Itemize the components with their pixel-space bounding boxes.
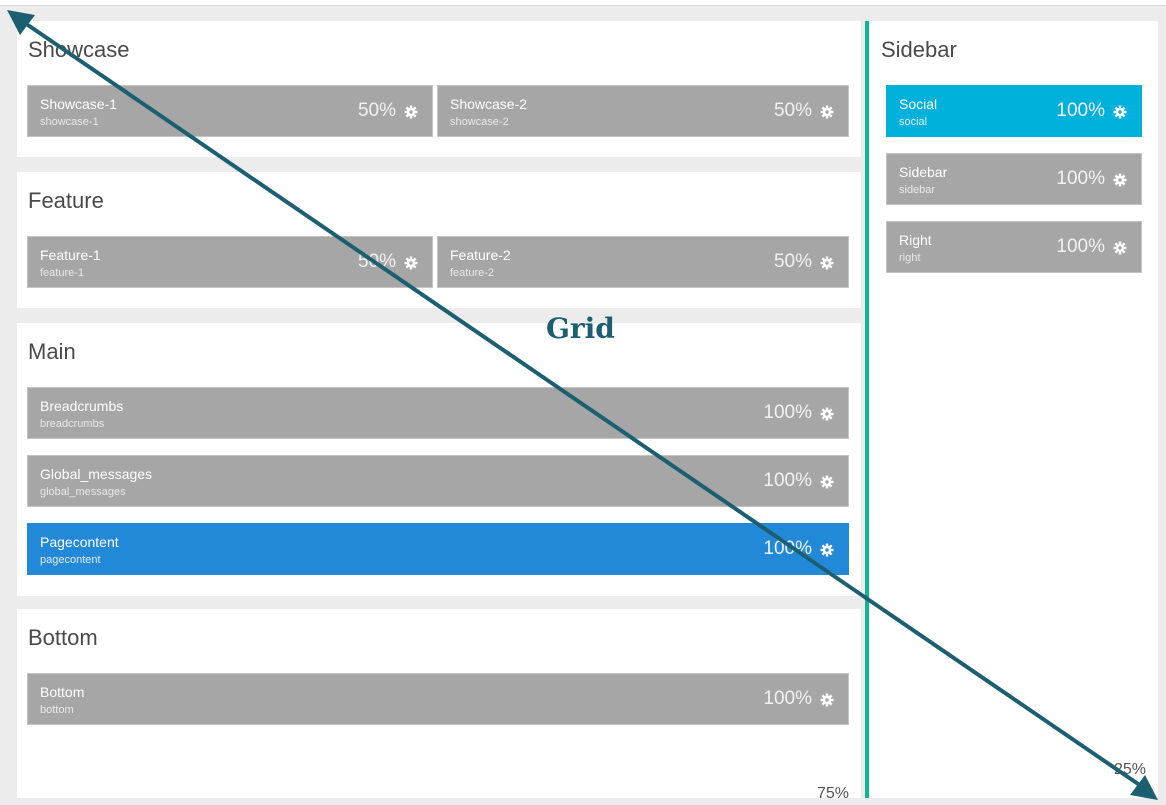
- gear-icon[interactable]: [404, 256, 418, 270]
- block-subtitle: pagecontent: [40, 554, 101, 566]
- block-subtitle: global_messages: [40, 486, 126, 498]
- block-width: 100%: [763, 688, 812, 709]
- gear-icon[interactable]: [820, 105, 834, 119]
- section-showcase: Showcase Showcase-1 showcase-1 50% Showc…: [17, 21, 861, 157]
- section-title: Sidebar: [881, 37, 957, 62]
- gear-icon[interactable]: [820, 693, 834, 707]
- block-width: 100%: [763, 538, 812, 559]
- block-width: 100%: [1056, 236, 1105, 257]
- block-width: 100%: [1056, 168, 1105, 189]
- block-title: Sidebar: [899, 164, 948, 180]
- block-subtitle: right: [899, 252, 921, 264]
- block-pagecontent[interactable]: Pagecontent pagecontent 100%: [27, 523, 849, 575]
- block-subtitle: sidebar: [899, 184, 936, 196]
- gear-icon[interactable]: [1113, 105, 1127, 119]
- block-title: Pagecontent: [40, 534, 119, 550]
- block-feature-2[interactable]: Feature-2 feature-2 50%: [437, 236, 849, 288]
- block-title: Showcase-2: [450, 96, 528, 112]
- block-width: 50%: [773, 100, 812, 121]
- block-width: 100%: [763, 470, 812, 491]
- block-bottom[interactable]: Bottom bottom 100%: [27, 673, 849, 725]
- left-column: Showcase Showcase-1 showcase-1 50% Showc…: [17, 21, 861, 802]
- sidebar-column: Sidebar Social social 100% Sidebar sideb…: [870, 21, 1158, 798]
- block-subtitle: showcase-1: [40, 116, 99, 128]
- block-title: Right: [899, 232, 932, 248]
- block-width: 100%: [1056, 100, 1105, 121]
- section-main: Main Breadcrumbs breadcrumbs 100% Global…: [17, 323, 861, 596]
- section-bottom: Bottom Bottom bottom 100% 75%: [17, 609, 861, 802]
- block-social[interactable]: Social social 100%: [886, 85, 1142, 137]
- block-subtitle: feature-2: [450, 267, 495, 279]
- gear-icon[interactable]: [820, 543, 834, 557]
- block-subtitle: breadcrumbs: [40, 418, 105, 430]
- block-feature-1[interactable]: Feature-1 feature-1 50%: [27, 236, 433, 288]
- block-sidebar[interactable]: Sidebar sidebar 100%: [886, 153, 1142, 205]
- gear-icon[interactable]: [1113, 241, 1127, 255]
- block-title: Global_messages: [40, 466, 153, 482]
- grid-annotation-label: Grid: [546, 312, 615, 345]
- gear-icon[interactable]: [820, 256, 834, 270]
- block-title: Bottom: [40, 684, 85, 700]
- block-right[interactable]: Right right 100%: [886, 221, 1142, 273]
- top-border: [0, 0, 1166, 6]
- block-showcase-2[interactable]: Showcase-2 showcase-2 50%: [437, 85, 849, 137]
- column-width-label: 25%: [1113, 761, 1146, 778]
- block-title: Social: [899, 96, 938, 112]
- block-subtitle: showcase-2: [450, 116, 509, 128]
- column-width-label: 75%: [816, 785, 849, 802]
- gear-icon[interactable]: [1113, 173, 1127, 187]
- block-subtitle: feature-1: [40, 267, 85, 279]
- gear-icon[interactable]: [404, 105, 418, 119]
- section-title: Main: [28, 339, 76, 364]
- block-width: 50%: [773, 251, 812, 272]
- section-title: Showcase: [28, 37, 130, 62]
- block-showcase-1[interactable]: Showcase-1 showcase-1 50%: [27, 85, 433, 137]
- gear-icon[interactable]: [820, 475, 834, 489]
- block-subtitle: bottom: [40, 704, 74, 716]
- block-title: Feature-1: [40, 247, 101, 263]
- gear-icon[interactable]: [820, 407, 834, 421]
- block-breadcrumbs[interactable]: Breadcrumbs breadcrumbs 100%: [27, 387, 849, 439]
- block-width: 50%: [357, 100, 396, 121]
- section-title: Feature: [28, 188, 104, 213]
- block-subtitle: social: [899, 116, 928, 128]
- block-title: Showcase-1: [40, 96, 118, 112]
- section-title: Bottom: [28, 625, 98, 650]
- block-width: 50%: [357, 251, 396, 272]
- block-title: Feature-2: [450, 247, 511, 263]
- section-feature: Feature Feature-1 feature-1 50% Feature-…: [17, 172, 861, 308]
- block-global-messages[interactable]: Global_messages global_messages 100%: [27, 455, 849, 507]
- column-divider[interactable]: [865, 21, 869, 798]
- block-width: 100%: [763, 402, 812, 423]
- block-title: Breadcrumbs: [40, 398, 124, 414]
